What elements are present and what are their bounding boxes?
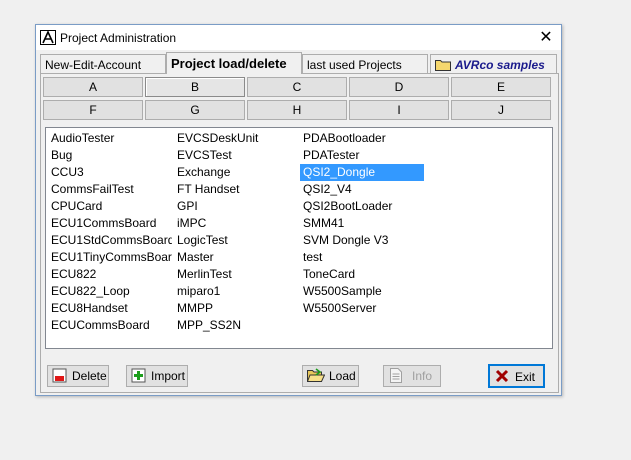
letter-button-e[interactable]: E: [451, 77, 551, 97]
letter-button-a[interactable]: A: [43, 77, 143, 97]
list-item[interactable]: AudioTester: [48, 130, 172, 147]
list-item[interactable]: Exchange: [174, 164, 298, 181]
list-item[interactable]: W5500Server: [300, 300, 424, 317]
list-item[interactable]: SMM41: [300, 215, 424, 232]
list-item[interactable]: MerlinTest: [174, 266, 298, 283]
project-column-2: EVCSDeskUnit EVCSTest Exchange FT Handset GP…: [174, 130, 298, 334]
info-label: Info: [412, 369, 433, 383]
delete-label: Delete: [72, 369, 107, 383]
list-item[interactable]: ECU1CommsBoard: [48, 215, 172, 232]
list-item[interactable]: LogicTest: [174, 232, 298, 249]
letter-button-c[interactable]: C: [247, 77, 347, 97]
list-item[interactable]: ECU1TinyCommsBoard: [48, 249, 172, 266]
close-button[interactable]: ✕: [535, 27, 557, 48]
project-list[interactable]: AudioTester Bug CCU3 CommsFailTest CPUCard EC…: [45, 127, 553, 349]
list-item[interactable]: EVCSTest: [174, 147, 298, 164]
list-item[interactable]: GPI: [174, 198, 298, 215]
tab-label: last used Projects: [307, 58, 402, 72]
project-column-3: PDABootloader PDATester QSI2_Dongle QSI2_V4…: [300, 130, 424, 317]
info-button[interactable]: Info: [383, 365, 441, 387]
list-item[interactable]: QSI2BootLoader: [300, 198, 424, 215]
list-item[interactable]: QSI2_Dongle: [300, 164, 424, 181]
tab-label: Project load/delete: [171, 56, 287, 71]
tab-avrco-samples[interactable]: AVRco samples: [430, 54, 557, 73]
tab-new-edit-account[interactable]: New-Edit-Account: [40, 54, 166, 73]
load-button[interactable]: Load: [302, 365, 359, 387]
import-button[interactable]: Import: [126, 365, 188, 387]
import-icon: [131, 368, 146, 383]
list-item[interactable]: ToneCard: [300, 266, 424, 283]
tab-bar: New-Edit-Account Project load/delete las…: [40, 52, 558, 74]
letter-button-d[interactable]: D: [349, 77, 449, 97]
project-load-delete-panel: A B C D E F G H I J AudioTester Bug CCU3 Co…: [40, 73, 559, 393]
tab-project-load-delete[interactable]: Project load/delete: [166, 52, 302, 74]
list-item[interactable]: PDATester: [300, 147, 424, 164]
title-bar[interactable]: Project Administration ✕: [36, 25, 561, 50]
close-icon: [495, 369, 509, 383]
letter-button-i[interactable]: I: [349, 100, 449, 120]
document-icon: [390, 368, 402, 383]
app-icon: [40, 30, 56, 45]
open-folder-icon: [307, 368, 325, 382]
list-item[interactable]: Bug: [48, 147, 172, 164]
exit-button[interactable]: Exit: [488, 364, 545, 388]
list-item[interactable]: CPUCard: [48, 198, 172, 215]
list-item[interactable]: iMPC: [174, 215, 298, 232]
list-item[interactable]: QSI2_V4: [300, 181, 424, 198]
list-item[interactable]: MPP_SS2N: [174, 317, 298, 334]
list-item[interactable]: ECU8Handset: [48, 300, 172, 317]
letter-button-h[interactable]: H: [247, 100, 347, 120]
list-item[interactable]: CCU3: [48, 164, 172, 181]
list-item[interactable]: ECU1StdCommsBoard: [48, 232, 172, 249]
tab-label: New-Edit-Account: [45, 58, 142, 72]
list-item[interactable]: Master: [174, 249, 298, 266]
list-item[interactable]: FT Handset: [174, 181, 298, 198]
tab-last-used-projects[interactable]: last used Projects: [302, 54, 428, 73]
list-item[interactable]: test: [300, 249, 424, 266]
load-label: Load: [329, 369, 356, 383]
folder-icon: [435, 60, 451, 71]
delete-button[interactable]: Delete: [47, 365, 109, 387]
list-item[interactable]: ECU822_Loop: [48, 283, 172, 300]
window-title: Project Administration: [60, 31, 177, 45]
import-label: Import: [151, 369, 186, 383]
exit-label: Exit: [515, 370, 536, 384]
list-item[interactable]: miparo1: [174, 283, 298, 300]
list-item[interactable]: ECU822: [48, 266, 172, 283]
list-item[interactable]: PDABootloader: [300, 130, 424, 147]
delete-icon: [52, 368, 67, 383]
letter-button-g[interactable]: G: [145, 100, 245, 120]
letter-button-j[interactable]: J: [451, 100, 551, 120]
list-item[interactable]: W5500Sample: [300, 283, 424, 300]
project-column-1: AudioTester Bug CCU3 CommsFailTest CPUCard EC…: [48, 130, 172, 334]
list-item[interactable]: MMPP: [174, 300, 298, 317]
tab-label: AVRco samples: [455, 58, 545, 72]
list-item[interactable]: SVM Dongle V3: [300, 232, 424, 249]
letter-button-b[interactable]: B: [145, 77, 245, 97]
letter-button-f[interactable]: F: [43, 100, 143, 120]
list-item[interactable]: EVCSDeskUnit: [174, 130, 298, 147]
project-administration-window: Project Administration ✕ New-Edit-Accoun…: [35, 24, 562, 396]
list-item[interactable]: CommsFailTest: [48, 181, 172, 198]
list-item[interactable]: ECUCommsBoard: [48, 317, 172, 334]
